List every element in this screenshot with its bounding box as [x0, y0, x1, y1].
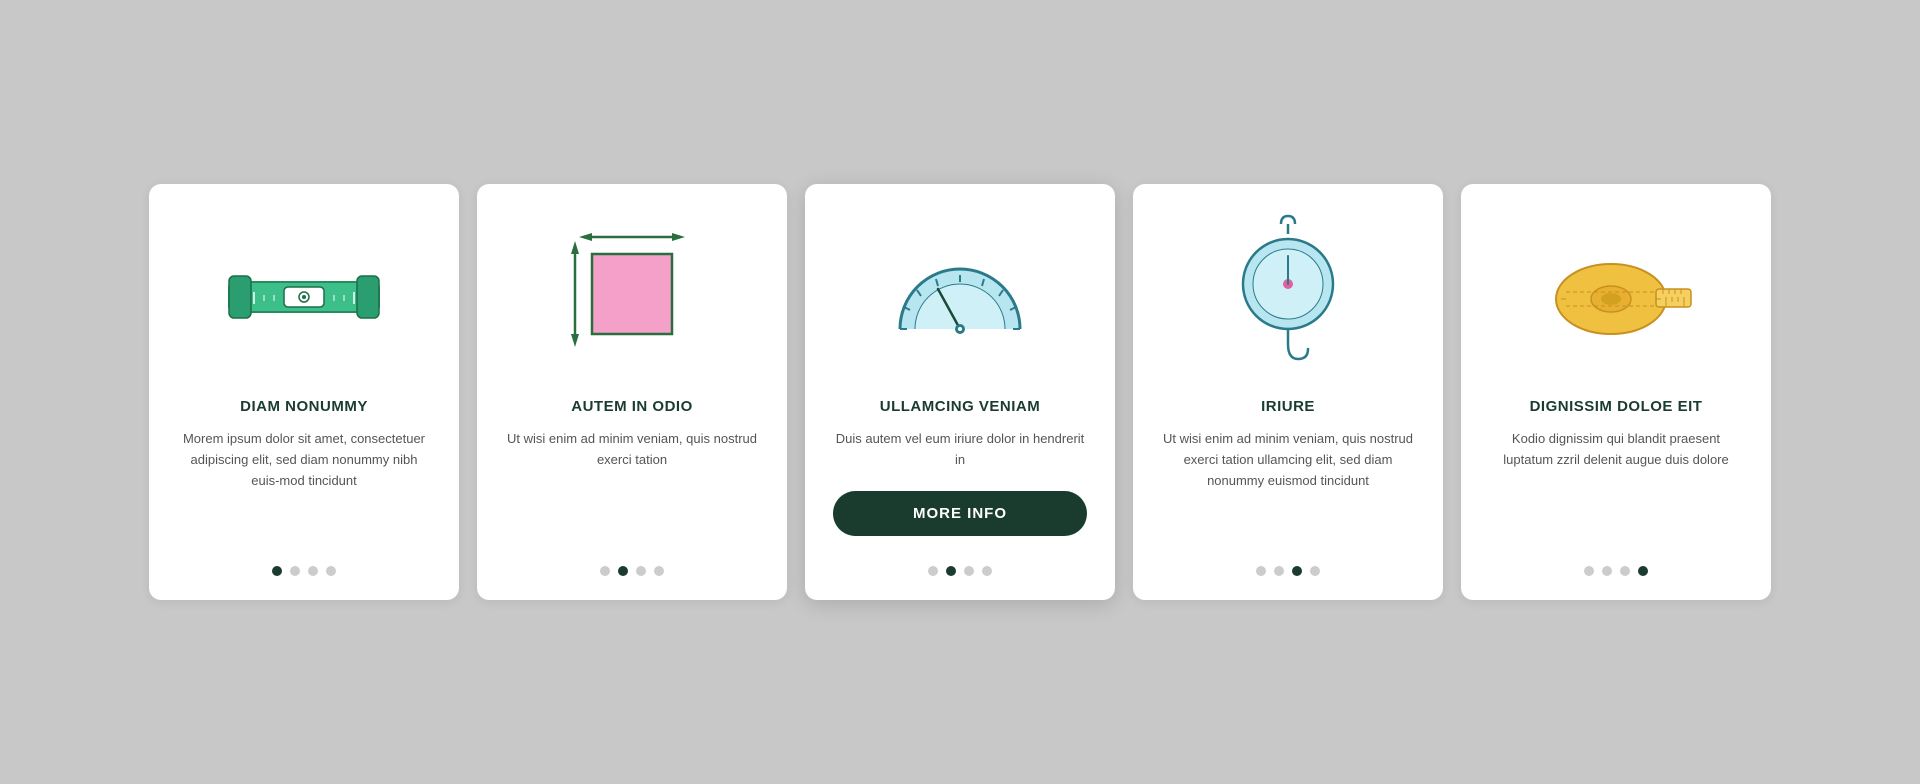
- card-1-icon-area: [177, 214, 431, 374]
- dot: [1638, 566, 1648, 576]
- dot: [964, 566, 974, 576]
- card-3-text: Duis autem vel eum iriure dolor in hendr…: [833, 429, 1087, 471]
- level-ruler-icon: [224, 254, 384, 334]
- card-3: ULLAMCING VENIAM Duis autem vel eum iriu…: [805, 184, 1115, 600]
- dot: [636, 566, 646, 576]
- hanging-scale-icon: [1223, 214, 1353, 374]
- dot: [1274, 566, 1284, 576]
- card-2-icon-area: [505, 214, 759, 374]
- card-1-dots: [272, 556, 336, 576]
- scale-dial-icon: [880, 239, 1040, 349]
- dot: [308, 566, 318, 576]
- dot: [1292, 566, 1302, 576]
- card-5-dots: [1584, 556, 1648, 576]
- dot: [618, 566, 628, 576]
- dot: [1584, 566, 1594, 576]
- card-5-title: DIGNISSIM DOLOE EIT: [1530, 398, 1703, 415]
- card-2: AUTEM IN ODIO Ut wisi enim ad minim veni…: [477, 184, 787, 600]
- card-5-icon-area: [1489, 214, 1743, 374]
- dot: [1602, 566, 1612, 576]
- card-3-dots: [928, 556, 992, 576]
- card-2-text: Ut wisi enim ad minim veniam, quis nostr…: [505, 429, 759, 536]
- dot: [326, 566, 336, 576]
- dot: [290, 566, 300, 576]
- dot: [600, 566, 610, 576]
- card-1-text: Morem ipsum dolor sit amet, consectetuer…: [177, 429, 431, 536]
- card-1: DIAM NONUMMY Morem ipsum dolor sit amet,…: [149, 184, 459, 600]
- cards-container: DIAM NONUMMY Morem ipsum dolor sit amet,…: [89, 144, 1831, 640]
- card-4-dots: [1256, 556, 1320, 576]
- dot: [946, 566, 956, 576]
- card-5: DIGNISSIM DOLOE EIT Kodio dignissim qui …: [1461, 184, 1771, 600]
- dot: [1310, 566, 1320, 576]
- dot: [1620, 566, 1630, 576]
- card-2-dots: [600, 556, 664, 576]
- dot: [654, 566, 664, 576]
- dot: [272, 566, 282, 576]
- more-info-button[interactable]: MORE INFO: [833, 491, 1087, 536]
- card-2-title: AUTEM IN ODIO: [571, 398, 693, 415]
- tape-measure-icon: [1536, 244, 1696, 344]
- card-4-title: IRIURE: [1261, 398, 1315, 415]
- card-3-title: ULLAMCING VENIAM: [880, 398, 1041, 415]
- card-4: IRIURE Ut wisi enim ad minim veniam, qui…: [1133, 184, 1443, 600]
- card-4-icon-area: [1161, 214, 1415, 374]
- dot: [982, 566, 992, 576]
- card-4-text: Ut wisi enim ad minim veniam, quis nostr…: [1161, 429, 1415, 536]
- dimension-arrows-icon: [557, 219, 707, 369]
- card-3-icon-area: [833, 214, 1087, 374]
- card-5-text: Kodio dignissim qui blandit praesent lup…: [1489, 429, 1743, 536]
- dot: [928, 566, 938, 576]
- dot: [1256, 566, 1266, 576]
- card-1-title: DIAM NONUMMY: [240, 398, 368, 415]
